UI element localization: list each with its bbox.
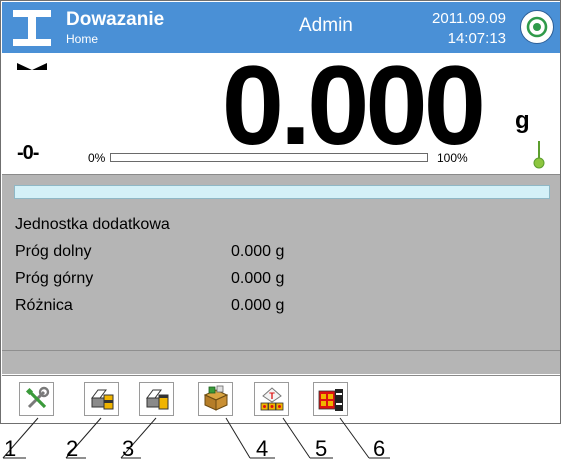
bar-max-label: 100% (437, 151, 468, 165)
svg-text:T: T (269, 391, 275, 401)
scale-icon (13, 10, 51, 46)
info-label-difference: Różnica (15, 297, 73, 314)
breadcrumb: Home (66, 32, 99, 46)
printer-icon (90, 389, 113, 410)
info-value-difference: 0.000 g (231, 297, 285, 314)
callout-1: 1 (4, 436, 17, 461)
level-indicator-icon (533, 141, 545, 169)
database-box-icon (203, 385, 228, 411)
settings-button[interactable] (19, 382, 54, 416)
weight-unit[interactable]: g (515, 107, 530, 135)
info-panel: Jednostka dodatkowa Próg dolny 0.000 g P… (2, 174, 560, 374)
callout-6: 6 (373, 436, 386, 461)
print-button[interactable] (84, 382, 119, 416)
screen-frame: Dowazanie Home Admin 2011.09.09 14:07:13… (0, 0, 561, 424)
printer-header-icon (145, 389, 168, 410)
print-header-button[interactable] (139, 382, 174, 416)
load-bargraph (110, 153, 428, 162)
tare-icon: T (260, 387, 283, 411)
thresholds-icon (318, 389, 343, 411)
user-name[interactable]: Admin (299, 15, 353, 37)
date-display: 2011.09.09 (432, 10, 506, 27)
info-heading: Jednostka dodatkowa (15, 216, 170, 233)
bar-min-label: 0% (88, 151, 106, 165)
weighing-display: -0- 0.000 g 0% 100% (2, 43, 560, 174)
callout-3: 3 (122, 436, 135, 461)
panel-divider (2, 350, 560, 351)
power-button[interactable] (520, 10, 554, 44)
database-button[interactable] (198, 382, 233, 416)
quick-access-toolbar: T (2, 375, 560, 423)
info-label-low-threshold: Próg dolny (15, 243, 92, 260)
tools-icon (25, 386, 49, 409)
stable-indicator-icon (17, 63, 47, 70)
mode-title: Dowazanie (66, 9, 165, 30)
zero-indicator: -0- (17, 142, 39, 164)
callout-4: 4 (256, 436, 269, 461)
info-value-high-threshold: 0.000 g (231, 270, 285, 287)
power-icon (526, 16, 548, 38)
callout-2: 2 (66, 436, 79, 461)
tare-button[interactable]: T (254, 382, 289, 416)
info-label-high-threshold: Próg górny (15, 270, 94, 287)
callout-5: 5 (315, 436, 328, 461)
thresholds-button[interactable] (313, 382, 348, 416)
info-value-low-threshold: 0.000 g (231, 243, 285, 260)
info-panel-bar (14, 185, 550, 199)
